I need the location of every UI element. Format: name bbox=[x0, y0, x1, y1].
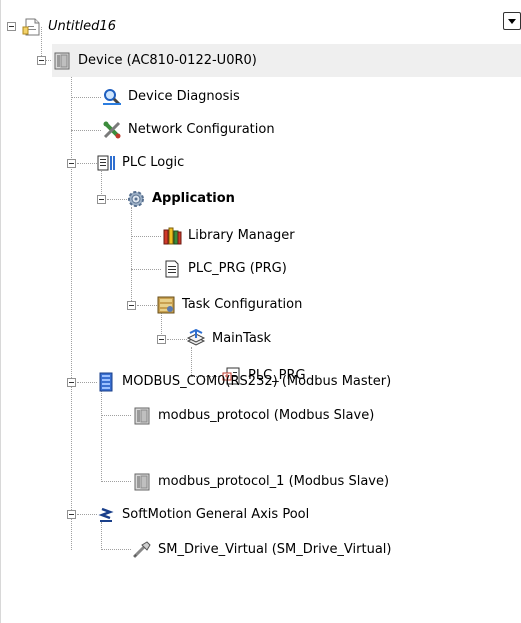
plc-logic-icon bbox=[96, 153, 116, 173]
document-icon bbox=[162, 259, 182, 279]
slave-device-icon bbox=[132, 406, 152, 426]
tree-line bbox=[131, 269, 161, 270]
tree-item-maintask[interactable]: MainTask bbox=[186, 322, 271, 355]
collapse-toggle-device[interactable] bbox=[37, 56, 46, 65]
device-label: Device (AC810-0122-U0R0) bbox=[78, 52, 257, 68]
maintask-label: MainTask bbox=[212, 330, 272, 346]
project-title: Untitled16 bbox=[48, 18, 116, 34]
collapse-toggle-maintask[interactable] bbox=[157, 335, 166, 344]
device-tree: Untitled16 Device (AC810-0122-U0R0) Devi… bbox=[0, 0, 521, 623]
gear-icon bbox=[126, 189, 146, 209]
tree-item-modbus-slave-2[interactable]: modbus_protocol_1 (Modbus Slave) bbox=[132, 465, 389, 498]
slave-device-icon bbox=[132, 472, 152, 492]
tree-item-project[interactable]: Untitled16 bbox=[22, 10, 116, 43]
tree-item-device[interactable]: Device (AC810-0122-U0R0) bbox=[52, 44, 521, 77]
tree-line bbox=[101, 415, 131, 416]
modbus-master-icon bbox=[96, 372, 116, 392]
application-label: Application bbox=[152, 190, 235, 206]
magnifier-icon bbox=[102, 87, 122, 107]
tree-item-sm-drive-virtual[interactable]: SM_Drive_Virtual (SM_Drive_Virtual) bbox=[132, 533, 392, 566]
collapse-toggle-application[interactable] bbox=[97, 195, 106, 204]
panel-left-border bbox=[0, 0, 1, 623]
axis-pool-icon bbox=[96, 505, 116, 525]
device-diagnosis-label: Device Diagnosis bbox=[128, 88, 240, 104]
project-file-icon bbox=[22, 17, 42, 37]
virtual-drive-icon bbox=[132, 540, 152, 560]
tree-line bbox=[167, 339, 187, 340]
tree-item-plc-prg-pou[interactable]: PLC_PRG (PRG) bbox=[162, 252, 287, 285]
device-icon bbox=[52, 51, 72, 71]
tree-item-network-configuration[interactable]: Network Configuration bbox=[102, 113, 275, 146]
collapse-toggle-modbus-com0[interactable] bbox=[67, 378, 76, 387]
tree-line bbox=[101, 549, 131, 550]
tree-line bbox=[71, 130, 101, 131]
tree-options-dropdown-button[interactable] bbox=[503, 12, 521, 30]
collapse-toggle-project[interactable] bbox=[7, 22, 16, 31]
collapse-toggle-plc-logic[interactable] bbox=[67, 159, 76, 168]
collapse-toggle-softmotion-pool[interactable] bbox=[67, 510, 76, 519]
plc-prg-pou-label: PLC_PRG (PRG) bbox=[188, 260, 287, 276]
tree-item-application[interactable]: Application bbox=[126, 182, 235, 215]
task-stack-icon bbox=[186, 328, 206, 349]
tree-line bbox=[77, 514, 97, 515]
tree-line bbox=[71, 72, 72, 550]
tree-line bbox=[131, 236, 161, 237]
tree-line bbox=[131, 207, 132, 305]
tree-item-device-diagnosis[interactable]: Device Diagnosis bbox=[102, 80, 240, 113]
network-configuration-label: Network Configuration bbox=[128, 121, 275, 137]
tree-line bbox=[101, 390, 102, 482]
books-icon bbox=[162, 226, 182, 246]
sm-drive-virtual-label: SM_Drive_Virtual (SM_Drive_Virtual) bbox=[158, 541, 392, 557]
tree-line bbox=[101, 481, 131, 482]
modbus-com0-label: MODBUS_COM0(RS232) (Modbus Master) bbox=[122, 373, 392, 389]
network-tools-icon bbox=[102, 120, 122, 140]
tree-line bbox=[77, 163, 97, 164]
tree-item-softmotion-pool[interactable]: SoftMotion General Axis Pool bbox=[96, 498, 309, 531]
task-configuration-icon bbox=[156, 295, 176, 315]
tree-item-library-manager[interactable]: Library Manager bbox=[162, 219, 295, 252]
tree-item-modbus-com0[interactable]: MODBUS_COM0(RS232) (Modbus Master) bbox=[96, 365, 391, 398]
task-configuration-label: Task Configuration bbox=[182, 296, 303, 312]
library-manager-label: Library Manager bbox=[188, 227, 295, 243]
tree-line bbox=[77, 382, 97, 383]
modbus-slave-1-label: modbus_protocol (Modbus Slave) bbox=[158, 407, 375, 423]
plc-logic-label: PLC Logic bbox=[122, 154, 185, 170]
tree-line bbox=[107, 199, 127, 200]
tree-line bbox=[71, 97, 101, 98]
softmotion-pool-label: SoftMotion General Axis Pool bbox=[122, 506, 310, 522]
modbus-slave-2-label: modbus_protocol_1 (Modbus Slave) bbox=[158, 473, 390, 489]
collapse-toggle-task-configuration[interactable] bbox=[127, 301, 136, 310]
tree-item-plc-logic[interactable]: PLC Logic bbox=[96, 146, 184, 179]
tree-line bbox=[137, 305, 157, 306]
tree-item-task-configuration[interactable]: Task Configuration bbox=[156, 288, 302, 321]
tree-item-modbus-slave-1[interactable]: modbus_protocol (Modbus Slave) bbox=[132, 399, 374, 432]
